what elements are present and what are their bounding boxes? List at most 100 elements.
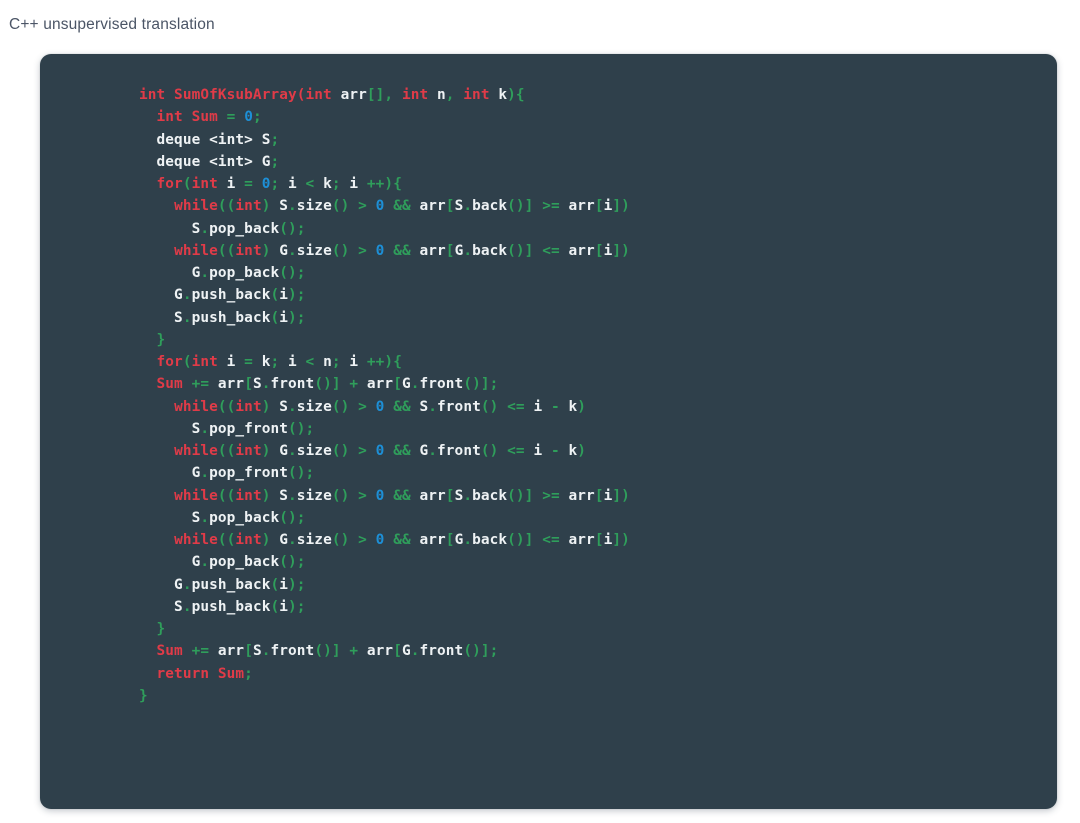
code-token: =	[217, 109, 245, 126]
code-token: ,	[445, 87, 455, 103]
code-token: ;	[331, 176, 350, 192]
code-line: G.pop_back();	[139, 551, 1039, 573]
code-token: <=	[533, 242, 569, 259]
code-token: .	[182, 287, 192, 304]
code-token: [	[594, 487, 604, 504]
code-token: ()	[331, 443, 350, 459]
code-token: ();	[279, 220, 306, 237]
code-token: (	[270, 598, 280, 615]
code-token: );	[288, 309, 306, 326]
code-token: G	[139, 465, 201, 482]
code-token: =	[235, 354, 262, 370]
code-token: for	[156, 176, 183, 192]
code-token: ()	[480, 443, 499, 459]
code-token: S	[139, 509, 201, 526]
code-token: <	[296, 176, 324, 192]
code-token: arr	[568, 532, 595, 548]
code-token: i	[288, 354, 297, 370]
code-token: size	[296, 487, 332, 504]
code-token: G	[419, 443, 429, 459]
code-token: pop_front	[209, 420, 288, 437]
code-token: }	[139, 687, 148, 704]
code-token: S	[454, 198, 464, 215]
code-token: i	[533, 443, 543, 459]
code-token: push_back	[191, 287, 271, 304]
code-token: back	[472, 487, 508, 504]
page-root: C++ unsupervised translation int SumOfKs…	[0, 0, 1080, 823]
code-token: .	[200, 554, 210, 571]
code-line: return Sum;	[139, 663, 1039, 685]
code-token: S	[139, 220, 201, 237]
code-token: [	[244, 376, 253, 393]
code-line: for(int i = k; i < n; i ++){	[139, 351, 1039, 373]
code-token: ()	[480, 398, 499, 415]
code-token: .	[463, 242, 473, 259]
code-token: pop_back	[209, 220, 280, 237]
code-token: arr	[217, 376, 245, 393]
code-token: .	[410, 376, 420, 393]
code-token: back	[472, 242, 508, 259]
code-token: >	[349, 443, 376, 459]
code-token: .	[200, 509, 210, 526]
code-token: ()]	[314, 376, 341, 393]
code-token: ;	[331, 354, 350, 370]
code-token: [	[445, 487, 455, 504]
code-token: ++){	[358, 354, 402, 370]
code-token: ((	[217, 487, 236, 504]
code-token: >=	[533, 487, 569, 504]
code-token: <int>	[209, 153, 253, 170]
code-token: -	[542, 398, 569, 415]
code-token: .	[200, 220, 210, 237]
code-line: }	[139, 329, 1039, 351]
code-token: G	[139, 576, 183, 593]
code-token: S	[252, 131, 271, 148]
code-token: i	[349, 354, 359, 370]
code-token: }	[139, 621, 166, 637]
code-token: .	[288, 198, 297, 215]
code-token: ((	[217, 242, 236, 259]
code-token: ;	[270, 354, 289, 370]
code-token: ();	[279, 509, 306, 526]
code-token: pop_back	[209, 265, 280, 281]
code-line: }	[139, 685, 1039, 707]
code-scroll-region[interactable]: int SumOfKsubArray(int arr[], int n, int…	[40, 54, 1057, 809]
code-token: +	[340, 643, 367, 660]
code-token: int	[235, 487, 262, 504]
code-token: >	[349, 198, 376, 215]
code-token: int	[235, 398, 262, 415]
code-token: pop_front	[209, 465, 288, 482]
code-token: size	[296, 198, 332, 215]
code-token: [	[594, 198, 604, 215]
code-token: >	[349, 242, 376, 259]
code-token: .	[463, 198, 473, 215]
code-token: for	[156, 354, 183, 370]
code-token: ;	[252, 109, 262, 126]
code-token: int	[235, 443, 262, 459]
code-token: arr	[419, 198, 446, 215]
code-token: ()];	[463, 643, 499, 660]
code-token: <	[296, 354, 324, 370]
code-token: (	[182, 354, 192, 370]
code-token: i	[279, 576, 288, 593]
code-line: while((int) G.size() > 0 && arr[G.back()…	[139, 529, 1039, 551]
code-token: G	[401, 376, 411, 393]
code-token: G	[270, 443, 289, 459]
code-token: [	[393, 643, 402, 660]
code-token: int	[235, 242, 262, 259]
code-token: int Sum	[156, 109, 218, 126]
code-token: G	[139, 265, 201, 281]
code-token: &&	[384, 532, 420, 548]
code-token: .	[200, 465, 210, 482]
code-token: front	[270, 643, 315, 660]
code-token: i	[217, 354, 236, 370]
code-token: while	[174, 443, 218, 459]
code-token: G	[270, 532, 289, 548]
code-token: [	[445, 198, 455, 215]
code-token: arr	[568, 242, 595, 259]
code-token: ])	[612, 532, 630, 548]
code-line: deque <int> S;	[139, 129, 1039, 151]
